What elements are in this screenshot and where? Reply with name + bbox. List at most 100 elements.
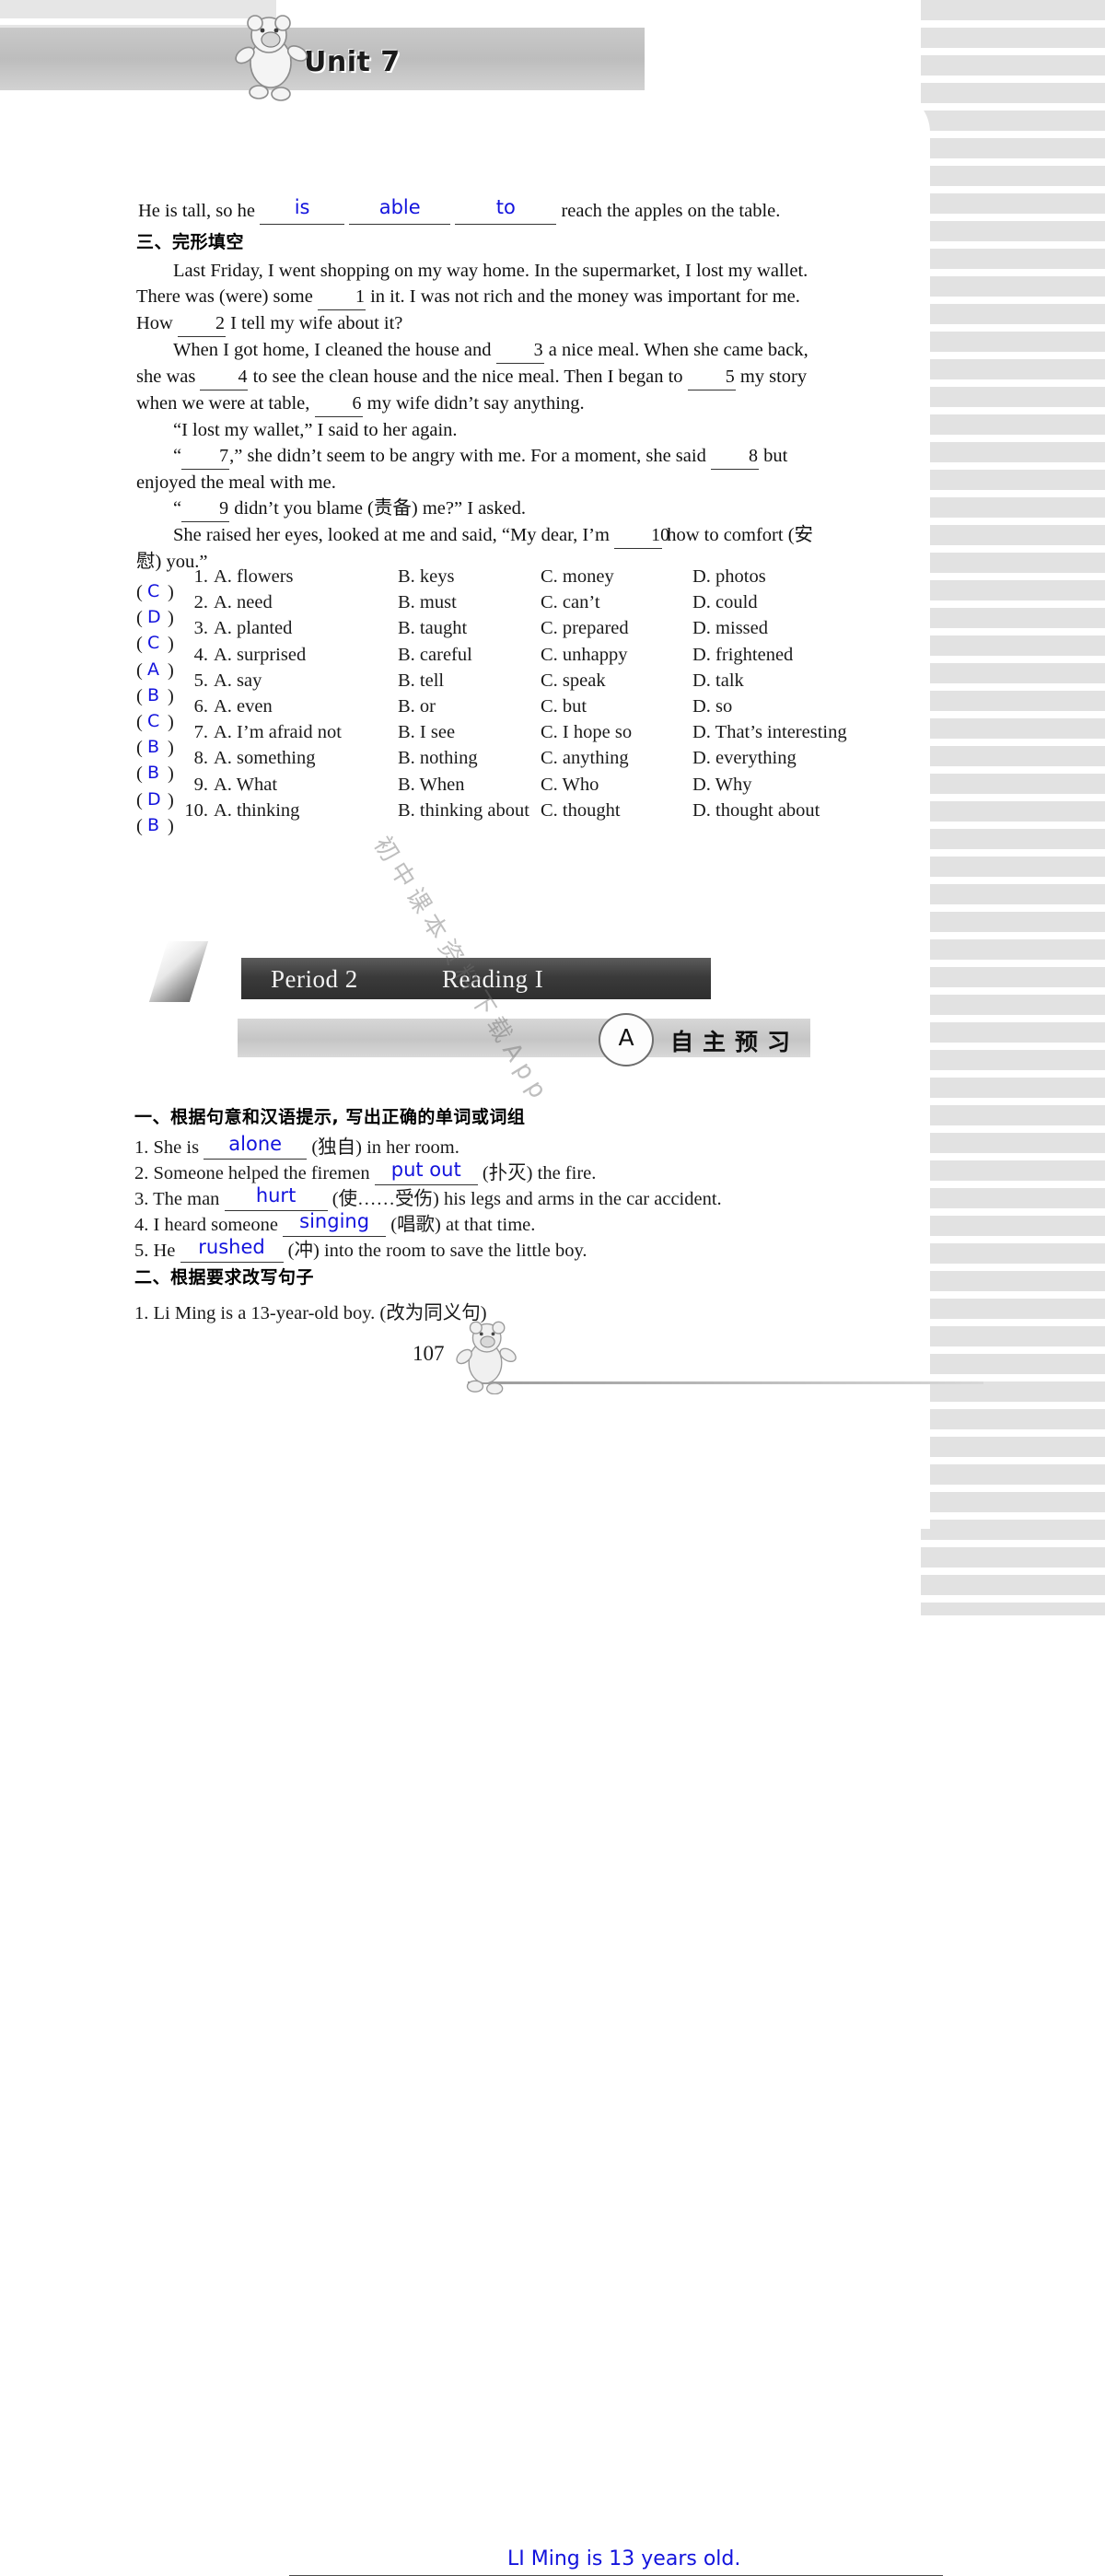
banner-fold-decoration [148, 941, 209, 1002]
item-before: The man [153, 1189, 220, 1209]
option-d[interactable]: D. could [692, 592, 758, 613]
cloze-choices-list: (C) 1. A. flowers B. keys C. money D. ph… [136, 566, 855, 836]
cloze-blank[interactable]: 7 [181, 443, 230, 470]
carryover-blank-3[interactable]: to [455, 196, 557, 225]
option-c[interactable]: C. prepared [541, 618, 692, 639]
exercise-item: 1. She is alone (独自) in her room. [134, 1131, 834, 1160]
cloze-blank[interactable]: 8 [710, 443, 759, 470]
item-before: Someone helped the firemen [153, 1163, 370, 1183]
option-d[interactable]: D. thought about [692, 800, 820, 822]
item-hint: (唱歌) [390, 1215, 441, 1235]
cloze-paragraph-4: “7,” she didn’t seem to be angry with me… [136, 443, 818, 495]
option-c[interactable]: C. but [541, 696, 692, 717]
item-number: 3. [134, 1189, 149, 1209]
option-c[interactable]: C. can’t [541, 592, 692, 613]
option-d[interactable]: D. missed [692, 618, 768, 639]
question-number: 1. [193, 566, 208, 587]
option-a[interactable]: A. surprised [214, 645, 398, 666]
answer-blank[interactable]: hurt [224, 1184, 328, 1211]
cloze-blank[interactable]: 10 [614, 522, 669, 549]
option-a[interactable]: A. even [214, 696, 398, 717]
option-a[interactable]: A. I’m afraid not [214, 722, 398, 743]
option-c[interactable]: C. money [541, 566, 692, 588]
option-c[interactable]: C. speak [541, 670, 692, 692]
cloze-paragraph-1: Last Friday, I went shopping on my way h… [136, 258, 818, 337]
cloze-blank[interactable]: 3 [495, 337, 544, 364]
answer-blank[interactable]: put out [374, 1159, 478, 1185]
bear-mascot-icon [449, 1319, 521, 1394]
item-after: at that time. [446, 1215, 536, 1235]
cloze-blank[interactable]: 1 [317, 284, 366, 310]
carryover-blank-2[interactable]: able [349, 196, 451, 225]
option-d[interactable]: D. photos [692, 566, 766, 588]
answer-blank[interactable]: alone [204, 1133, 308, 1160]
carryover-sentence: He is tall, so he is able to reach the a… [138, 196, 781, 225]
preview-section-badge: A [599, 1013, 654, 1067]
cloze-passage: Last Friday, I went shopping on my way h… [136, 258, 818, 575]
carryover-suffix: reach the apples on the table. [561, 201, 781, 221]
option-c[interactable]: C. thought [541, 800, 692, 822]
period-label: Period 2 [271, 965, 358, 993]
option-a[interactable]: A. say [214, 670, 398, 692]
choice-row: (A) 4. A. surprised B. careful C. unhapp… [136, 644, 794, 681]
item-number: 2. [134, 1163, 149, 1183]
cloze-blank[interactable]: 2 [177, 310, 226, 337]
option-d[interactable]: D. That’s interesting [692, 722, 847, 743]
question-number: 7. [193, 722, 208, 743]
option-b[interactable]: B. tell [398, 670, 541, 692]
page-title: Unit 7 [304, 46, 401, 78]
option-c[interactable]: C. anything [541, 748, 692, 769]
cloze-blank[interactable]: 4 [200, 364, 249, 390]
option-b[interactable]: B. must [398, 592, 541, 613]
page-number: 107 [413, 1342, 445, 1365]
option-c[interactable]: C. Who [541, 775, 692, 796]
option-b[interactable]: B. careful [398, 645, 541, 666]
option-c[interactable]: C. unhappy [541, 645, 692, 666]
question-number: 10. [184, 799, 208, 821]
exercise-item: 4. I heard someone singing (唱歌) at that … [134, 1208, 834, 1237]
option-a[interactable]: A. thinking [214, 800, 398, 822]
option-b[interactable]: B. I see [398, 722, 541, 743]
choice-row: (C) 1. A. flowers B. keys C. money D. ph… [136, 566, 766, 602]
option-b[interactable]: B. or [398, 696, 541, 717]
carryover-blank-1[interactable]: is [260, 196, 345, 225]
option-b[interactable]: B. thinking about [398, 800, 541, 822]
item-hint: (扑灭) [482, 1163, 533, 1183]
answer-blank[interactable]: rushed [180, 1236, 284, 1263]
option-b[interactable]: B. taught [398, 618, 541, 639]
item-after: his legs and arms in the car accident. [443, 1189, 722, 1209]
option-a[interactable]: A. flowers [214, 566, 398, 588]
exercise-one-list: 1. She is alone (独自) in her room. 2. Som… [134, 1131, 834, 1263]
choice-row: (D) 9. A. What B. When C. Who D. Why [136, 774, 752, 810]
option-a[interactable]: A. something [214, 748, 398, 769]
item-before: He [153, 1241, 176, 1261]
option-a[interactable]: A. need [214, 592, 398, 613]
bear-mascot-icon [228, 13, 313, 101]
option-d[interactable]: D. everything [692, 748, 797, 769]
option-d[interactable]: D. talk [692, 670, 744, 692]
option-d[interactable]: D. so [692, 696, 732, 717]
option-a[interactable]: A. planted [214, 618, 398, 639]
choice-row: (C) 6. A. even B. or C. but D. so [136, 695, 733, 732]
cloze-paragraph-3: “I lost my wallet,” I said to her again. [173, 420, 458, 440]
cloze-blank[interactable]: 9 [181, 495, 230, 522]
cloze-paragraph-5: “9 didn’t you blame (责备) me?” I asked. [136, 495, 818, 522]
cloze-paragraph-2: When I got home, I cleaned the house and… [136, 337, 818, 417]
option-c[interactable]: C. I hope so [541, 722, 692, 743]
item-hint: (独自) [311, 1137, 362, 1158]
option-b[interactable]: B. nothing [398, 748, 541, 769]
item-before: She is [153, 1137, 200, 1158]
cloze-blank[interactable]: 6 [314, 390, 363, 417]
exercise-one-heading: 一、根据句意和汉语提示, 写出正确的单词或词组 [134, 1107, 526, 1127]
answer-blank[interactable]: singing [283, 1210, 387, 1237]
option-d[interactable]: D. Why [692, 775, 752, 796]
option-b[interactable]: B. keys [398, 566, 541, 588]
choice-row: (B) 10. A. thinking B. thinking about C.… [136, 799, 820, 836]
question-number: 5. [193, 670, 208, 691]
option-b[interactable]: B. When [398, 775, 541, 796]
option-a[interactable]: A. What [214, 775, 398, 796]
period-banner: Period 2 Reading I [241, 958, 711, 999]
question-number: 8. [193, 748, 208, 769]
cloze-blank[interactable]: 5 [687, 364, 736, 390]
option-d[interactable]: D. frightened [692, 645, 793, 666]
